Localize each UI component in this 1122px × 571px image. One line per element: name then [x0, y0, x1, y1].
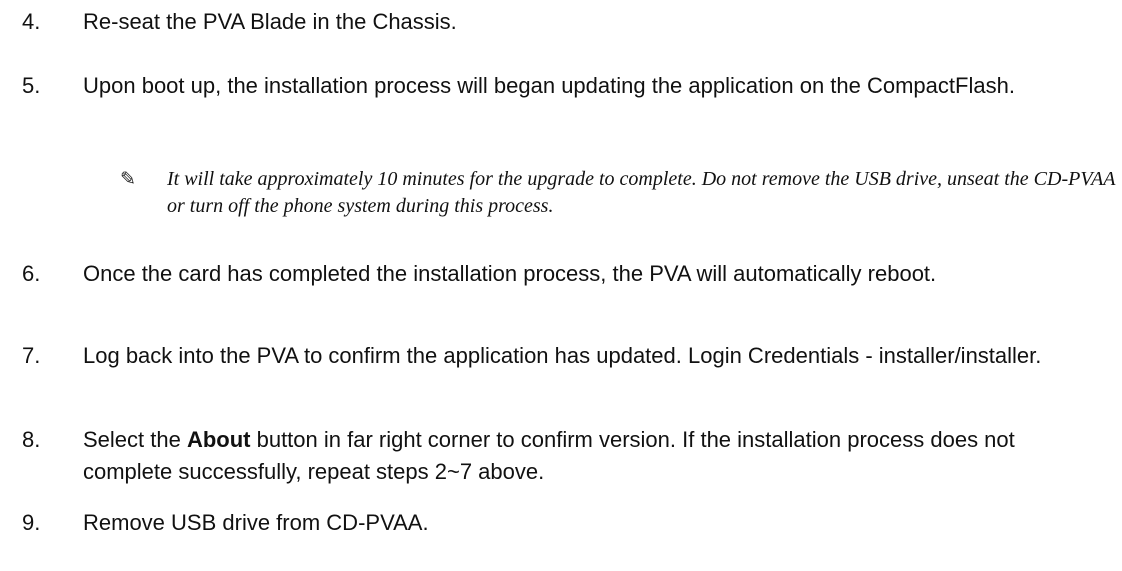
- document-page: 4. Re-seat the PVA Blade in the Chassis.…: [0, 0, 1122, 571]
- step-text-before: Select the: [83, 427, 187, 452]
- step-text: Upon boot up, the installation process w…: [83, 73, 1015, 98]
- step-number: 8.: [22, 427, 41, 452]
- step-text: Remove USB drive from CD-PVAA.: [83, 510, 429, 535]
- step-number: 6.: [22, 261, 41, 286]
- pencil-icon: ✎: [120, 169, 136, 190]
- step-text: Once the card has completed the installa…: [83, 261, 937, 286]
- step-number: 9.: [22, 510, 41, 535]
- about-button-reference: About: [186, 427, 251, 452]
- step-number: 5.: [22, 73, 41, 98]
- step-text: Re-seat the PVA Blade in the Chassis.: [83, 9, 457, 34]
- step-text: Log back into the PVA to confirm the app…: [83, 343, 1042, 368]
- step-number: 4.: [22, 9, 41, 34]
- step-text: Select the About button in far right cor…: [83, 424, 1103, 488]
- step-number: 7.: [22, 343, 41, 368]
- note-text: It will take approximately 10 minutes fo…: [167, 168, 1116, 217]
